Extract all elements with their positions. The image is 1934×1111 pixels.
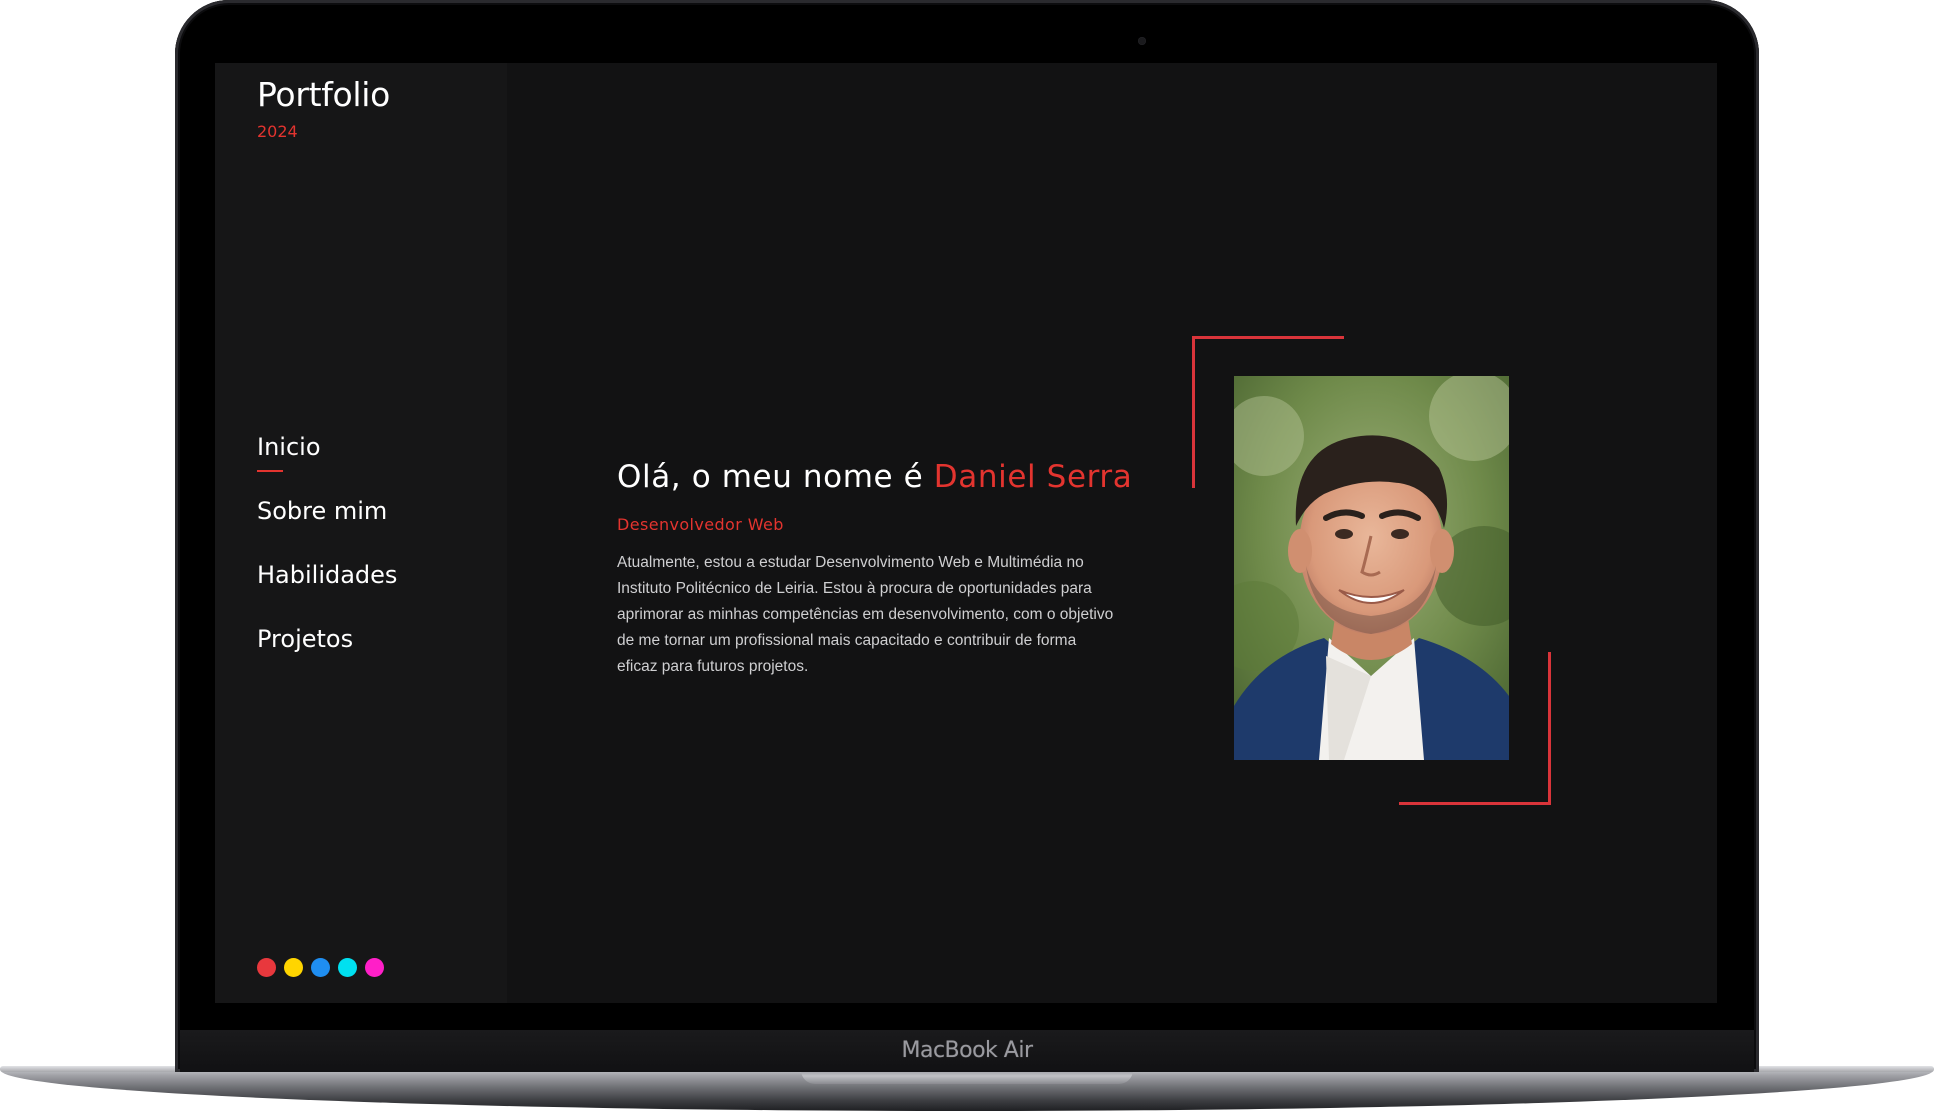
hero-role: Desenvolvedor Web [617, 515, 784, 534]
hero-description: Atualmente, estou a estudar Desenvolvime… [617, 554, 1114, 675]
theme-swatch-red[interactable] [257, 958, 276, 977]
mockup-stage: MacBook Air Portfolio 2024 Inicio Sobre … [0, 0, 1934, 1111]
camera-icon [1138, 37, 1146, 45]
nav-item-habilidades[interactable]: Habilidades [257, 561, 397, 625]
profile-photo-illustration [1234, 376, 1509, 760]
sidebar: Portfolio 2024 Inicio Sobre mim Habilida… [215, 63, 507, 1003]
site-year: 2024 [257, 122, 298, 141]
hero-section: Olá, o meu nome é Daniel Serra Desenvolv… [617, 459, 1132, 696]
theme-swatch-magenta[interactable] [365, 958, 384, 977]
nav-item-sobre-mim[interactable]: Sobre mim [257, 497, 397, 561]
frame-corner-bottom-right [1399, 802, 1551, 805]
hero-name: Daniel Serra [933, 459, 1133, 495]
profile-photo-frame [1192, 336, 1552, 806]
hero-greeting: Olá, o meu nome é [617, 459, 924, 495]
theme-color-picker [257, 958, 384, 977]
frame-corner-top-left [1192, 336, 1344, 339]
device-label: MacBook Air [901, 1038, 1033, 1063]
hero-heading: Olá, o meu nome é Daniel Serra [617, 459, 1132, 495]
theme-swatch-cyan[interactable] [338, 958, 357, 977]
laptop-chin: MacBook Air [180, 1030, 1754, 1072]
site-title[interactable]: Portfolio [257, 75, 390, 114]
main-nav: Inicio Sobre mim Habilidades Projetos [257, 433, 397, 689]
theme-swatch-yellow[interactable] [284, 958, 303, 977]
profile-photo [1234, 376, 1509, 760]
website-screen: Portfolio 2024 Inicio Sobre mim Habilida… [215, 63, 1717, 1003]
frame-corner-top-left-vertical [1192, 336, 1195, 488]
nav-item-projetos[interactable]: Projetos [257, 625, 397, 689]
theme-swatch-blue[interactable] [311, 958, 330, 977]
nav-item-inicio[interactable]: Inicio [257, 433, 397, 497]
frame-corner-bottom-right-vertical [1548, 652, 1551, 805]
